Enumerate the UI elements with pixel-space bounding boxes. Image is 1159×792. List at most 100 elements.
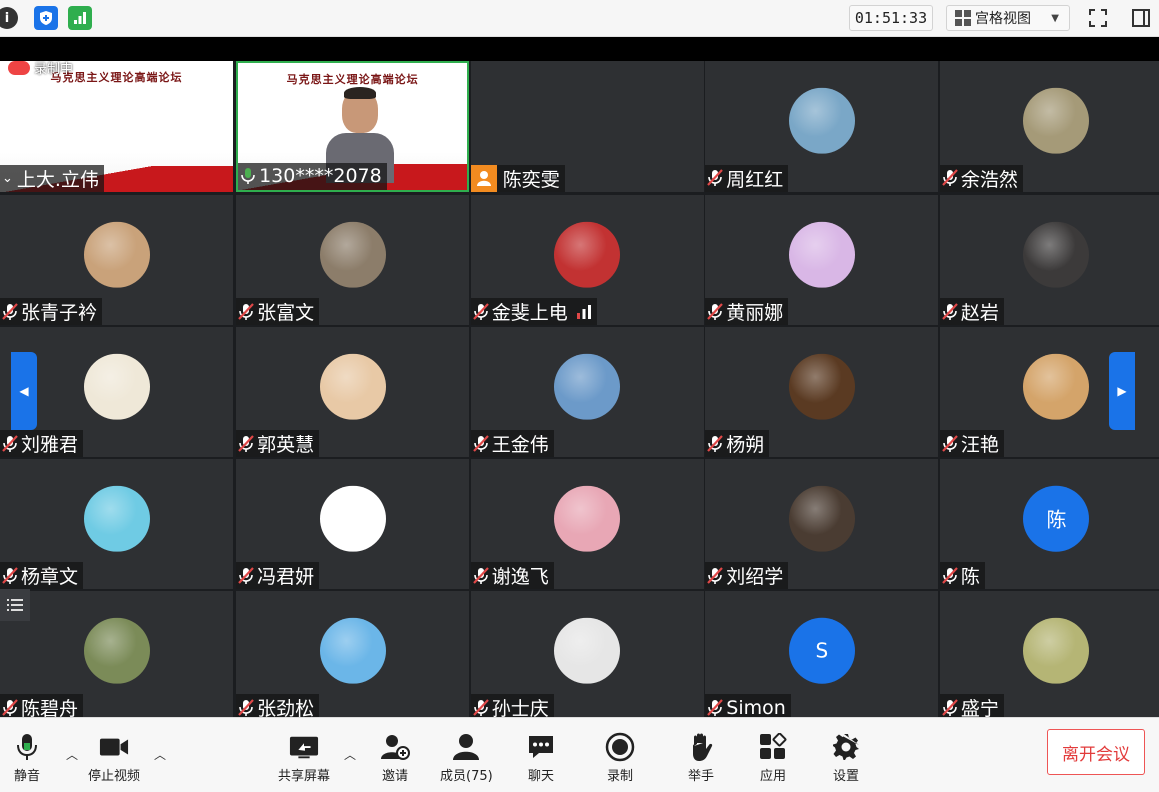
participant-nameplate: 谢逸飞	[470, 562, 554, 589]
audio-options-chevron-icon[interactable]: ︿	[66, 746, 78, 763]
participant-tile[interactable]: 陈陈	[939, 458, 1159, 589]
sidebar-toggle-icon[interactable]	[1129, 6, 1153, 30]
members-button[interactable]: 成员(75)	[440, 732, 493, 784]
microphone-muted-icon	[942, 434, 958, 452]
participant-name: 刘雅君	[21, 434, 79, 456]
video-grid: 马克思主义理论高端论坛 ⌄ 上大.立伟 马克思主义理论高端论坛 130****2078 陈…	[0, 61, 1159, 721]
avatar	[83, 353, 150, 420]
share-screen-button[interactable]: 共享屏幕	[278, 732, 330, 784]
participant-tile[interactable]: 谢逸飞	[470, 458, 704, 589]
participant-tile[interactable]: 黄丽娜	[705, 194, 939, 325]
chat-icon	[526, 732, 556, 762]
participant-tile[interactable]: 杨朔	[705, 326, 939, 457]
participant-tile[interactable]: 余浩然	[939, 61, 1159, 192]
microphone-active-icon	[241, 168, 255, 184]
avatar	[319, 353, 386, 420]
microphone-muted-icon	[707, 566, 724, 584]
video-camera-icon	[99, 732, 129, 762]
view-selector-label: 宫格视图	[975, 11, 1031, 27]
participant-nameplate: 黄丽娜	[705, 298, 789, 325]
share-options-chevron-icon[interactable]: ︿	[344, 746, 356, 763]
participant-tile[interactable]: 冯君妍	[236, 458, 470, 589]
participant-nameplate: 汪艳	[939, 430, 1004, 457]
participant-tile[interactable]: 刘绍学	[705, 458, 939, 589]
add-person-icon	[380, 732, 410, 762]
letter-avatar: S	[788, 617, 855, 684]
settings-label: 设置	[832, 769, 859, 784]
participant-tile[interactable]: 孙士庆	[470, 590, 704, 721]
participant-tile[interactable]: 杨章文	[0, 458, 234, 589]
participant-nameplate: 刘雅君	[0, 430, 84, 457]
participant-name: 130****2078	[259, 165, 382, 187]
participant-tile[interactable]: 张富文	[236, 194, 470, 325]
record-label: 录制	[606, 769, 633, 784]
microphone-muted-icon	[238, 698, 254, 716]
shield-icon[interactable]	[34, 6, 58, 30]
avatar	[83, 485, 150, 552]
fullscreen-icon[interactable]	[1086, 6, 1110, 30]
record-icon	[605, 732, 635, 762]
avatar	[83, 221, 150, 288]
leave-meeting-button[interactable]: 离开会议	[1047, 729, 1145, 775]
participant-nameplate: 郭英慧	[236, 430, 320, 457]
participant-tile[interactable]: S Simon	[705, 590, 939, 721]
apps-label: 应用	[759, 769, 786, 784]
participant-name: 杨章文	[21, 566, 79, 588]
avatar	[319, 617, 386, 684]
microphone-muted-icon	[472, 566, 489, 584]
participant-tile[interactable]: 盛宁	[939, 590, 1159, 721]
participant-name: 冯君妍	[257, 566, 315, 588]
participant-tile[interactable]: 陈奕雯	[470, 61, 704, 192]
participant-tile[interactable]: 马克思主义理论高端论坛 ⌄ 上大.立伟	[0, 61, 234, 192]
cloud-record-icon	[8, 60, 30, 75]
participant-tile[interactable]: 马克思主义理论高端论坛 130****2078	[236, 61, 470, 192]
record-button[interactable]: 录制	[605, 732, 635, 784]
mute-button[interactable]: 静音	[12, 732, 42, 784]
avatar	[1023, 87, 1090, 154]
chat-button[interactable]: 聊天	[526, 732, 556, 784]
participant-tile[interactable]: 张劲松	[236, 590, 470, 721]
next-page-button[interactable]: ▶	[1109, 352, 1135, 430]
members-label: 成员(75)	[440, 769, 493, 784]
microphone-icon	[12, 732, 42, 762]
microphone-muted-icon	[472, 698, 489, 716]
signal-icon[interactable]	[68, 6, 92, 30]
apps-icon	[758, 732, 788, 762]
participant-nameplate: 赵岩	[939, 298, 1004, 325]
participant-name: 余浩然	[960, 168, 1018, 191]
share-screen-label: 共享屏幕	[278, 769, 331, 784]
participant-tile[interactable]: 周红红	[705, 61, 939, 192]
recording-band	[0, 37, 1159, 61]
participant-name: 郭英慧	[257, 434, 315, 456]
participant-name: 上大.立伟	[16, 168, 99, 191]
prev-page-button[interactable]: ◀	[11, 352, 37, 430]
participant-tile[interactable]: 赵岩	[939, 194, 1159, 325]
list-menu-icon[interactable]	[0, 589, 30, 621]
avatar	[788, 87, 855, 154]
invite-button[interactable]: 邀请	[380, 732, 410, 784]
avatar	[554, 221, 621, 288]
apps-button[interactable]: 应用	[758, 732, 788, 784]
microphone-muted-icon	[2, 302, 18, 320]
participant-tile[interactable]: 金斐上电	[470, 194, 704, 325]
share-screen-icon	[289, 732, 319, 762]
view-selector[interactable]: 宫格视图 ▼	[946, 5, 1070, 31]
participant-name: 周红红	[726, 168, 784, 191]
title-bar: i 01:51:33 宫格视图 ▼	[0, 0, 1159, 37]
microphone-muted-icon	[707, 169, 724, 186]
participant-tile[interactable]: 郭英慧	[236, 326, 470, 457]
info-icon[interactable]: i	[0, 7, 18, 29]
gear-icon	[831, 732, 861, 762]
microphone-muted-icon	[707, 698, 724, 716]
participant-name: 赵岩	[960, 302, 999, 324]
participant-tile[interactable]: 张青子衿	[0, 194, 234, 325]
stop-video-button[interactable]: 停止视频	[88, 732, 140, 784]
video-options-chevron-icon[interactable]: ︿	[154, 746, 166, 763]
microphone-muted-icon	[2, 566, 18, 584]
raise-hand-button[interactable]: 举手	[686, 732, 716, 784]
microphone-muted-icon	[707, 434, 724, 452]
participant-tile[interactable]: 王金伟	[470, 326, 704, 457]
participant-tile[interactable]: 陈碧舟	[0, 590, 234, 721]
microphone-muted-icon	[707, 302, 724, 320]
settings-button[interactable]: 设置	[831, 732, 861, 784]
